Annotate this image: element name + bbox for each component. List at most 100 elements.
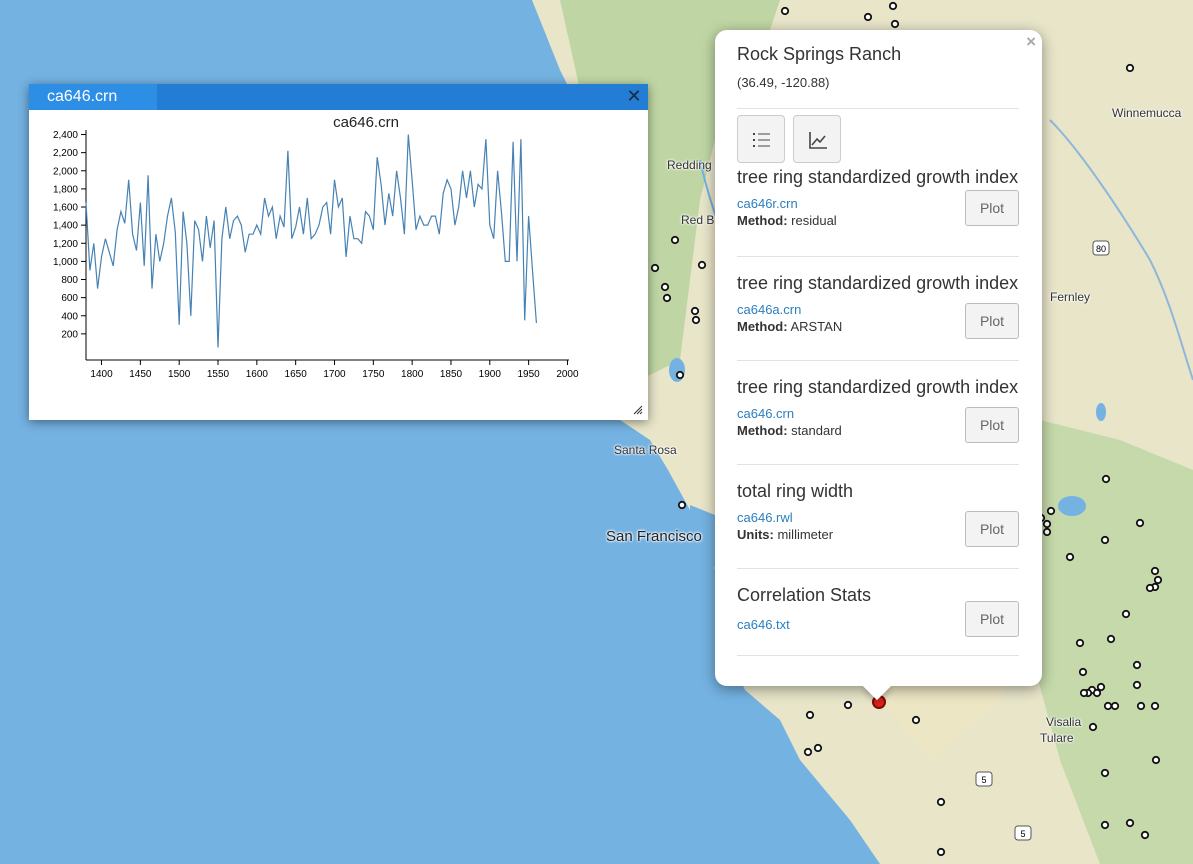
chart-dialog[interactable]: ca646.crn ✕ ca646.crn 200 400 600 800 1,000 1… <box>29 84 648 420</box>
x-tick-label: 1700 <box>323 369 346 380</box>
site-marker[interactable] <box>1150 701 1160 711</box>
site-marker[interactable] <box>650 263 660 273</box>
map-label-tulare: Tulare <box>1040 731 1074 745</box>
plot-button[interactable]: Plot <box>965 303 1019 339</box>
site-marker[interactable] <box>890 19 900 29</box>
site-marker[interactable] <box>690 306 700 316</box>
site-marker[interactable] <box>1092 688 1102 698</box>
dataset-item: tree ring standardized growth index ca64… <box>737 257 1019 361</box>
site-marker[interactable] <box>1140 830 1150 840</box>
site-marker[interactable] <box>1065 552 1075 562</box>
series-line-ca646 <box>85 134 537 348</box>
dataset-title: tree ring standardized growth index <box>737 273 1019 293</box>
close-icon[interactable]: ✕ <box>624 86 644 106</box>
dataset-file-link[interactable]: ca646.crn <box>737 406 794 421</box>
site-marker[interactable] <box>697 260 707 270</box>
site-marker[interactable] <box>1078 667 1088 677</box>
dataset-meta-label: Method: <box>737 319 788 334</box>
divider <box>737 108 1019 109</box>
site-marker[interactable] <box>1132 660 1142 670</box>
site-marker[interactable] <box>1132 680 1142 690</box>
site-marker[interactable] <box>911 715 921 725</box>
x-tick-label: 1750 <box>362 369 385 380</box>
x-tick-label: 1800 <box>401 369 424 380</box>
site-marker[interactable] <box>1125 63 1135 73</box>
site-marker[interactable] <box>1100 820 1110 830</box>
dataset-file-link[interactable]: ca646a.crn <box>737 302 801 317</box>
site-marker[interactable] <box>1101 474 1111 484</box>
x-tick-label: 1450 <box>129 369 152 380</box>
list-view-button[interactable] <box>737 115 785 163</box>
x-tick-label: 1650 <box>285 369 308 380</box>
site-marker[interactable] <box>1075 638 1085 648</box>
y-tick-label: 600 <box>61 293 78 304</box>
site-marker[interactable] <box>1135 518 1145 528</box>
site-marker[interactable] <box>660 282 670 292</box>
site-marker[interactable] <box>1046 506 1056 516</box>
x-tick-label: 1900 <box>479 369 502 380</box>
chart-title: ca646.crn <box>333 114 399 131</box>
site-marker[interactable] <box>1106 634 1116 644</box>
plot-button[interactable]: Plot <box>965 511 1019 547</box>
x-axis: 1400 1450 1500 1550 1600 1650 1700 1750 1800 1850… <box>86 359 579 380</box>
site-marker[interactable] <box>1151 755 1161 765</box>
site-marker[interactable] <box>1103 701 1113 711</box>
site-marker[interactable] <box>1125 818 1135 828</box>
site-marker[interactable] <box>1042 527 1052 537</box>
highway-shield-5: 5 <box>975 771 993 787</box>
dataset-meta-value: standard <box>791 423 842 438</box>
site-marker[interactable] <box>1136 701 1146 711</box>
svg-text:5: 5 <box>1020 829 1025 839</box>
site-marker[interactable] <box>662 293 672 303</box>
site-marker[interactable] <box>675 370 685 380</box>
map-label-visalia: Visalia <box>1046 715 1082 729</box>
dataset-file-link[interactable]: ca646.txt <box>737 617 790 632</box>
site-marker[interactable] <box>936 797 946 807</box>
chart-dialog-titlebar[interactable]: ca646.crn ✕ <box>29 84 648 110</box>
y-tick-label: 2,200 <box>53 148 78 159</box>
site-marker[interactable] <box>670 235 680 245</box>
site-marker[interactable] <box>677 500 687 510</box>
popup-close-button[interactable]: × <box>1026 32 1036 52</box>
site-marker[interactable] <box>1100 768 1110 778</box>
site-marker[interactable] <box>691 315 701 325</box>
chart-view-button[interactable] <box>793 115 841 163</box>
map-label-fernley: Fernley <box>1050 290 1091 304</box>
site-marker[interactable] <box>1150 566 1160 576</box>
y-tick-label: 400 <box>61 311 78 322</box>
site-marker[interactable] <box>1096 682 1106 692</box>
site-marker[interactable] <box>805 710 815 720</box>
site-marker[interactable] <box>1079 688 1089 698</box>
site-marker[interactable] <box>1153 575 1163 585</box>
dataset-file-link[interactable]: ca646.rwl <box>737 510 793 525</box>
chart-plot: ca646.crn 200 400 600 800 1,000 1,200 1,400 1,6… <box>53 114 579 380</box>
site-marker[interactable] <box>1088 722 1098 732</box>
plot-button[interactable]: Plot <box>965 601 1019 637</box>
site-marker[interactable] <box>1145 583 1155 593</box>
dataset-meta: Method: ARSTAN <box>737 319 842 334</box>
site-marker[interactable] <box>780 6 790 16</box>
dataset-file-link[interactable]: ca646r.crn <box>737 196 798 211</box>
site-marker[interactable] <box>803 747 813 757</box>
dataset-title: Correlation Stats <box>737 585 872 605</box>
dataset-meta: Method: residual <box>737 213 837 228</box>
map-label-winnemucca: Winnemucca <box>1112 106 1182 120</box>
site-marker[interactable] <box>813 743 823 753</box>
site-marker[interactable] <box>1100 535 1110 545</box>
resize-handle-icon[interactable] <box>633 405 643 415</box>
chart-dialog-tab[interactable]: ca646.crn <box>29 84 157 110</box>
site-marker[interactable] <box>863 12 873 22</box>
site-marker[interactable] <box>843 700 853 710</box>
dataset-title: tree ring standardized growth index <box>737 167 1019 187</box>
plot-button[interactable]: Plot <box>965 190 1019 226</box>
x-tick-label: 1850 <box>440 369 463 380</box>
site-marker[interactable] <box>888 1 898 11</box>
plot-button[interactable]: Plot <box>965 407 1019 443</box>
y-tick-label: 1,400 <box>53 221 78 232</box>
svg-text:5: 5 <box>981 775 986 785</box>
site-marker[interactable] <box>1121 609 1131 619</box>
site-marker[interactable] <box>1110 701 1120 711</box>
site-marker[interactable] <box>1042 519 1052 529</box>
site-marker[interactable] <box>936 847 946 857</box>
dataset-meta-label: Method: <box>737 423 788 438</box>
